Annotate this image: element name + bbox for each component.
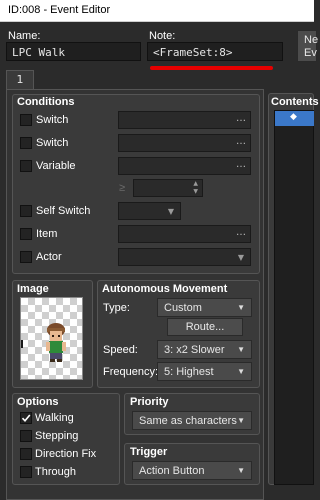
chevron-down-icon: ▼ — [237, 466, 245, 475]
tab-page-1[interactable]: 1 — [6, 70, 34, 90]
window-titlebar: ID:008 - Event Editor — [0, 0, 314, 22]
autonomous-movement-title: Autonomous Movement — [102, 283, 228, 295]
frequency-select[interactable]: 5: Highest ▼ — [157, 362, 252, 381]
note-underline-marker — [150, 66, 273, 70]
new-button-line-1: Ne — [304, 34, 319, 46]
chevron-down-icon: ▼ — [237, 303, 245, 312]
priority-title: Priority — [130, 396, 169, 408]
stepping-checkbox[interactable] — [20, 430, 32, 442]
trigger-value: Action Button — [139, 465, 205, 477]
name-label: Name: — [8, 30, 41, 42]
note-field[interactable]: <FrameSet:8> — [147, 42, 283, 61]
name-field[interactable]: LPC Walk — [6, 42, 141, 61]
actor-select[interactable]: ▼ — [118, 248, 251, 266]
item-field[interactable]: … — [118, 225, 251, 243]
switch2-field[interactable]: … — [118, 134, 251, 152]
image-title: Image — [17, 283, 49, 295]
direction-fix-label: Direction Fix — [35, 448, 97, 460]
stepping-label: Stepping — [35, 430, 79, 442]
actor-label: Actor — [36, 251, 62, 263]
actor-checkbox[interactable] — [20, 251, 32, 263]
trigger-title: Trigger — [130, 446, 168, 458]
route-button[interactable]: Route... — [167, 318, 243, 336]
ellipsis-icon: … — [236, 136, 246, 147]
switch1-label: Switch — [36, 114, 69, 126]
chevron-down-icon: ▼ — [167, 207, 174, 216]
walking-label: Walking — [35, 412, 74, 424]
spinner-arrows-icon[interactable]: ▲ ▼ — [193, 180, 198, 196]
priority-value: Same as characters — [139, 415, 237, 427]
contents-title: Contents — [271, 96, 319, 108]
through-checkbox[interactable] — [20, 466, 32, 478]
switch1-field[interactable]: … — [118, 111, 251, 129]
chevron-down-icon: ▼ — [237, 253, 244, 262]
window-title: ID:008 - Event Editor — [8, 4, 111, 16]
options-title: Options — [17, 396, 59, 408]
type-select[interactable]: Custom ▼ — [157, 298, 252, 317]
speed-value: 3: x2 Slower — [164, 344, 225, 356]
switch2-label: Switch — [36, 137, 69, 149]
ellipsis-icon: … — [236, 159, 246, 170]
type-label: Type: — [103, 302, 130, 314]
priority-select[interactable]: Same as characters ▼ — [132, 411, 252, 430]
item-label: Item — [36, 228, 58, 240]
character-sprite-icon — [21, 323, 66, 362]
direction-fix-checkbox[interactable] — [20, 448, 32, 460]
frequency-label: Frequency: — [103, 366, 159, 378]
switch1-checkbox[interactable] — [20, 114, 32, 126]
self-switch-select[interactable]: ▼ — [118, 202, 181, 220]
self-switch-label: Self Switch — [36, 205, 91, 217]
ellipsis-icon: … — [236, 227, 246, 238]
frequency-value: 5: Highest — [164, 366, 214, 378]
variable-checkbox[interactable] — [20, 160, 32, 172]
new-event-page-button[interactable]: Ne Ev — [297, 30, 319, 62]
walking-checkbox[interactable] — [20, 412, 32, 424]
conditions-title: Conditions — [17, 96, 75, 108]
self-switch-checkbox[interactable] — [20, 205, 32, 217]
speed-label: Speed: — [103, 344, 138, 356]
variable-field[interactable]: … — [118, 157, 251, 175]
chevron-down-icon: ▼ — [237, 345, 245, 354]
contents-list[interactable] — [274, 110, 314, 485]
note-label: Note: — [149, 30, 176, 42]
item-checkbox[interactable] — [20, 228, 32, 240]
variable-label: Variable — [36, 160, 76, 172]
type-value: Custom — [164, 302, 202, 314]
trigger-select[interactable]: Action Button ▼ — [132, 461, 252, 480]
chevron-down-icon: ▼ — [237, 416, 245, 425]
switch2-checkbox[interactable] — [20, 137, 32, 149]
speed-select[interactable]: 3: x2 Slower ▼ — [157, 340, 252, 359]
ge-symbol: ≥ — [119, 182, 126, 194]
new-button-line-2: Ev — [304, 47, 317, 59]
variable-value-spinner[interactable]: ▲ ▼ — [133, 179, 203, 197]
through-label: Through — [35, 466, 76, 478]
ellipsis-icon: … — [236, 113, 246, 124]
contents-list-item-selected[interactable]: ◆ — [275, 111, 314, 126]
chevron-down-icon: ▼ — [237, 367, 245, 376]
character-image-preview[interactable] — [20, 297, 83, 380]
checkmark-icon — [21, 414, 31, 423]
diamond-icon: ◆ — [290, 112, 297, 122]
